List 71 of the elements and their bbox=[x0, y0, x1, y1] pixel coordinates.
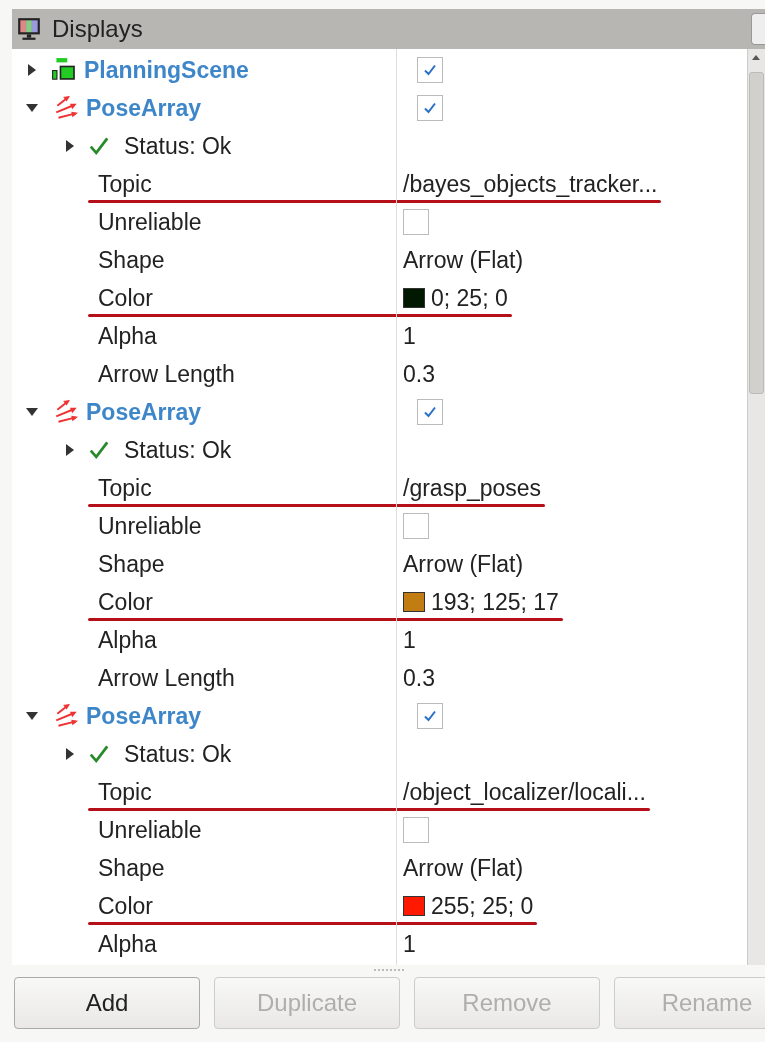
checkbox[interactable] bbox=[403, 817, 429, 843]
property-label: Shape bbox=[98, 246, 165, 274]
property-label: Shape bbox=[98, 854, 165, 882]
collapse-arrow-icon[interactable] bbox=[26, 712, 38, 720]
property-value[interactable]: 1 bbox=[403, 322, 416, 350]
display-name[interactable]: PlanningScene bbox=[84, 56, 249, 84]
status-text: Status: Ok bbox=[124, 740, 232, 768]
property-label: Arrow Length bbox=[98, 664, 235, 692]
property-label: Unreliable bbox=[98, 512, 202, 540]
checkbox[interactable] bbox=[417, 95, 443, 121]
check-icon bbox=[88, 135, 110, 157]
property-label: Shape bbox=[98, 550, 165, 578]
property-value[interactable]: Arrow (Flat) bbox=[403, 550, 524, 578]
checkmark-icon bbox=[422, 404, 438, 420]
property-value[interactable]: 1 bbox=[403, 930, 416, 958]
monitor-icon bbox=[16, 16, 42, 42]
display-name[interactable]: PoseArray bbox=[86, 94, 202, 122]
expand-arrow-icon[interactable] bbox=[66, 748, 74, 760]
property-label: Alpha bbox=[98, 930, 157, 958]
collapse-arrow-icon[interactable] bbox=[26, 408, 38, 416]
panel-title: Displays bbox=[52, 15, 143, 43]
checkmark-icon bbox=[422, 708, 438, 724]
status-text: Status: Ok bbox=[124, 436, 232, 464]
add-button[interactable]: Add bbox=[14, 977, 200, 1029]
checkmark-icon bbox=[422, 62, 438, 78]
property-value[interactable]: 193; 125; 17 bbox=[431, 588, 559, 616]
close-button[interactable] bbox=[751, 13, 765, 45]
splitter-handle[interactable] bbox=[373, 969, 404, 973]
property-value[interactable]: 0; 25; 0 bbox=[431, 284, 508, 312]
checkbox[interactable] bbox=[417, 57, 443, 83]
property-label: Topic bbox=[98, 170, 152, 198]
color-swatch[interactable] bbox=[403, 592, 425, 612]
property-value[interactable]: 0.3 bbox=[403, 360, 435, 388]
property-value[interactable]: 1 bbox=[403, 626, 416, 654]
expand-arrow-icon[interactable] bbox=[28, 64, 36, 76]
status-text: Status: Ok bbox=[124, 132, 232, 160]
property-value[interactable]: 0.3 bbox=[403, 664, 435, 692]
property-label: Arrow Length bbox=[98, 360, 235, 388]
property-value[interactable]: 255; 25; 0 bbox=[431, 892, 534, 920]
property-label: Color bbox=[98, 892, 153, 920]
scrollbar[interactable] bbox=[747, 49, 765, 965]
color-swatch[interactable] bbox=[403, 896, 425, 916]
property-label: Color bbox=[98, 284, 153, 312]
checkbox[interactable] bbox=[417, 399, 443, 425]
checkmark-icon bbox=[422, 100, 438, 116]
display-name[interactable]: PoseArray bbox=[86, 702, 202, 730]
property-label: Unreliable bbox=[98, 208, 202, 236]
blocks-icon bbox=[50, 57, 78, 83]
property-value[interactable]: /grasp_poses bbox=[403, 474, 542, 502]
property-value[interactable]: Arrow (Flat) bbox=[403, 854, 524, 882]
property-label: Unreliable bbox=[98, 816, 202, 844]
property-value[interactable]: Arrow (Flat) bbox=[403, 246, 524, 274]
check-icon bbox=[88, 743, 110, 765]
property-label: Alpha bbox=[98, 322, 157, 350]
scroll-up-icon[interactable] bbox=[752, 55, 760, 60]
display-name[interactable]: PoseArray bbox=[86, 398, 202, 426]
checkbox[interactable] bbox=[403, 513, 429, 539]
check-icon bbox=[88, 439, 110, 461]
scroll-thumb[interactable] bbox=[749, 72, 764, 394]
property-value[interactable]: /bayes_objects_tracker... bbox=[403, 170, 658, 198]
expand-arrow-icon[interactable] bbox=[66, 140, 74, 152]
property-label: Topic bbox=[98, 778, 152, 806]
property-label: Topic bbox=[98, 474, 152, 502]
property-value[interactable]: /object_localizer/locali... bbox=[403, 778, 646, 806]
collapse-arrow-icon[interactable] bbox=[26, 104, 38, 112]
property-label: Color bbox=[98, 588, 153, 616]
property-label: Alpha bbox=[98, 626, 157, 654]
checkbox[interactable] bbox=[403, 209, 429, 235]
color-swatch[interactable] bbox=[403, 288, 425, 308]
checkbox[interactable] bbox=[417, 703, 443, 729]
expand-arrow-icon[interactable] bbox=[66, 444, 74, 456]
